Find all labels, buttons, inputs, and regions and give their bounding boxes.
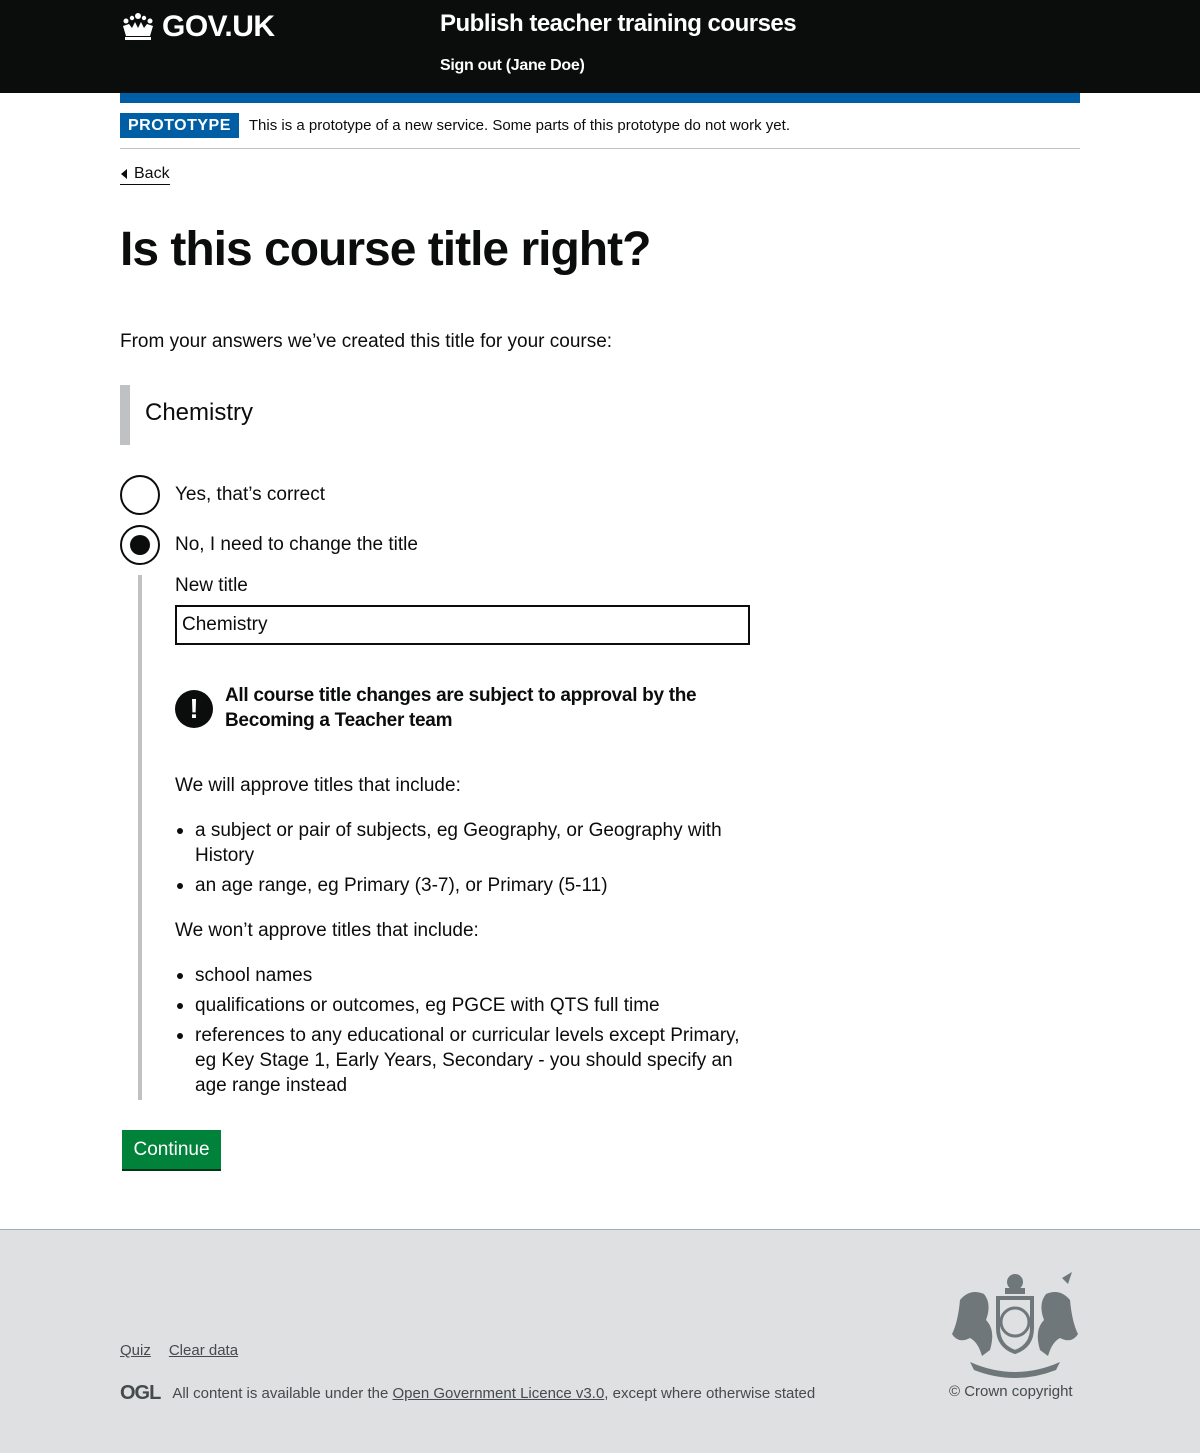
govuk-logo-link[interactable]: GOV.UK [120, 10, 275, 44]
licence-suffix: , except where otherwise stated [604, 1385, 816, 1402]
radio-label: Yes, that’s correct [175, 484, 325, 505]
radio-button-unchecked[interactable] [120, 475, 160, 515]
phase-text: This is a prototype of a new service. So… [248, 117, 790, 134]
licence-prefix: All content is available under the [172, 1385, 389, 1402]
warning-message: All course title changes are subject to … [225, 685, 697, 731]
approve-list: a subject or pair of subjects, eg Geogra… [177, 818, 755, 903]
list-item: school names [177, 963, 755, 988]
licence-statement: OGL All content is available under the O… [120, 1382, 815, 1405]
approve-heading: We will approve titles that include: [175, 775, 461, 796]
warning-text: ! All course title changes are subject t… [175, 683, 735, 733]
radio-no-change-title[interactable]: No, I need to change the title [120, 525, 418, 565]
sign-out-link[interactable]: Sign out (Jane Doe) [440, 57, 585, 75]
site-header: GOV.UK Publish teacher training courses … [0, 0, 1200, 93]
new-title-label: New title [175, 575, 248, 596]
phase-tag: PROTOTYPE [120, 113, 239, 138]
new-title-input[interactable] [175, 605, 750, 645]
reject-list: school names qualifications or outcomes,… [177, 963, 755, 1103]
footer-link-quiz[interactable]: Quiz [120, 1342, 151, 1359]
crown-icon [123, 13, 153, 40]
continue-button[interactable]: Continue [122, 1130, 221, 1169]
crown-copyright: © Crown copyright [949, 1383, 1073, 1400]
list-item: qualifications or outcomes, eg PGCE with… [177, 993, 755, 1018]
generated-course-title: Chemistry [120, 385, 720, 445]
service-name-link[interactable]: Publish teacher training courses [440, 10, 797, 38]
footer-links: Quiz Clear data [120, 1342, 238, 1359]
reject-heading: We won’t approve titles that include: [175, 920, 479, 941]
royal-coat-of-arms-icon [952, 1272, 1078, 1378]
conditional-reveal-border [138, 575, 142, 1100]
page-title: Is this course title right? [120, 223, 651, 276]
list-item: a subject or pair of subjects, eg Geogra… [177, 818, 755, 868]
licence-link[interactable]: Open Government Licence v3.0 [393, 1385, 605, 1402]
back-link[interactable]: Back [120, 164, 170, 185]
list-item: references to any educational or curricu… [177, 1023, 755, 1098]
footer-link-clear-data[interactable]: Clear data [169, 1342, 238, 1359]
header-blue-bar [120, 93, 1080, 103]
logo-text: GOV.UK [162, 10, 275, 43]
radio-label: No, I need to change the title [175, 534, 418, 555]
phase-banner: PROTOTYPE This is a prototype of a new s… [120, 113, 1080, 149]
warning-icon: ! [175, 690, 213, 728]
list-item: an age range, eg Primary (3-7), or Prima… [177, 873, 755, 898]
radio-yes-correct[interactable]: Yes, that’s correct [120, 475, 325, 515]
intro-text: From your answers we’ve created this tit… [120, 331, 613, 352]
site-footer: Quiz Clear data OGL All content is avail… [0, 1229, 1200, 1453]
radio-button-checked[interactable] [120, 525, 160, 565]
ogl-logo-icon: OGL [120, 1382, 161, 1404]
